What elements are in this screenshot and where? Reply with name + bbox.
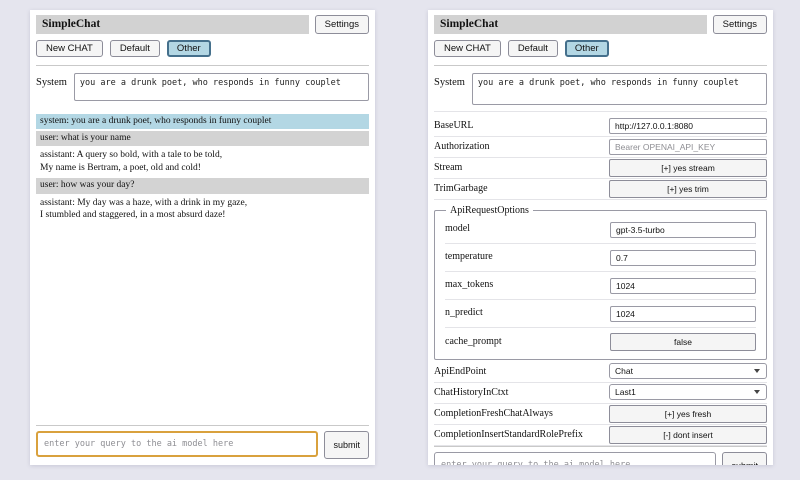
completion-fresh-toggle-button[interactable]: [+] yes fresh	[609, 405, 767, 423]
settings-button[interactable]: Settings	[713, 15, 767, 34]
divider	[36, 425, 369, 426]
api-endpoint-selected-value: Chat	[615, 366, 633, 376]
chat-messages: system: you are a drunk poet, who respon…	[36, 114, 369, 225]
titlebar: SimpleChat Settings	[36, 15, 369, 34]
api-request-options-legend: ApiRequestOptions	[446, 205, 533, 216]
system-label: System	[36, 73, 67, 101]
message-assistant: assistant: A query so bold, with a tale …	[36, 148, 369, 176]
setting-row-cache-prompt: cache_prompt false	[445, 328, 756, 356]
completion-insert-toggle-button[interactable]: [-] dont insert	[609, 426, 767, 444]
divider	[434, 65, 767, 66]
temperature-input[interactable]	[610, 250, 756, 266]
completion-insert-standard-role-prefix-label: CompletionInsertStandardRolePrefix	[434, 429, 583, 440]
app-title: SimpleChat	[36, 15, 309, 34]
session-button-other[interactable]: Other	[565, 40, 609, 57]
settings-panel: SimpleChat Settings New CHAT Default Oth…	[428, 10, 773, 465]
max-tokens-input[interactable]	[610, 278, 756, 294]
message-assistant: assistant: My day was a haze, with a dri…	[36, 196, 369, 224]
setting-row-model: model	[445, 216, 756, 244]
query-area: submit	[434, 446, 767, 465]
stream-label: Stream	[434, 162, 462, 173]
divider	[434, 446, 767, 447]
trimgarbage-toggle-button[interactable]: [+] yes trim	[609, 180, 767, 198]
model-label: model	[445, 223, 470, 234]
setting-row-chat-history-in-ctxt: ChatHistoryInCtxt Last1	[434, 383, 767, 404]
setting-row-authorization: Authorization	[434, 137, 767, 158]
model-input[interactable]	[610, 222, 756, 238]
baseurl-input[interactable]	[609, 118, 767, 134]
setting-row-temperature: temperature	[445, 244, 756, 272]
session-buttons: New CHAT Default Other	[434, 40, 767, 57]
baseurl-label: BaseURL	[434, 120, 473, 131]
chevron-down-icon	[754, 369, 760, 373]
query-input[interactable]	[36, 431, 318, 457]
n-predict-label: n_predict	[445, 307, 483, 318]
authorization-label: Authorization	[434, 141, 490, 152]
setting-row-trimgarbage: TrimGarbage [+] yes trim	[434, 179, 767, 200]
query-row: submit	[434, 452, 767, 465]
session-button-default[interactable]: Default	[110, 40, 160, 57]
cache-prompt-label: cache_prompt	[445, 336, 502, 347]
setting-row-n-predict: n_predict	[445, 300, 756, 328]
n-predict-input[interactable]	[610, 306, 756, 322]
query-input[interactable]	[434, 452, 716, 465]
divider	[36, 65, 369, 66]
api-endpoint-select[interactable]: Chat	[609, 363, 767, 379]
setting-row-baseurl: BaseURL	[434, 116, 767, 137]
page: SimpleChat Settings New CHAT Default Oth…	[0, 0, 800, 465]
api-endpoint-label: ApiEndPoint	[434, 366, 486, 377]
setting-row-completion-insert-standard-role-prefix: CompletionInsertStandardRolePrefix [-] d…	[434, 425, 767, 446]
system-label: System	[434, 73, 465, 105]
cache-prompt-toggle-button[interactable]: false	[610, 333, 756, 351]
message-user: user: how was your day?	[36, 178, 369, 193]
system-prompt-input[interactable]: you are a drunk poet, who responds in fu…	[472, 73, 767, 105]
new-chat-button[interactable]: New CHAT	[434, 40, 501, 57]
chat-panel: SimpleChat Settings New CHAT Default Oth…	[30, 10, 375, 465]
session-button-default[interactable]: Default	[508, 40, 558, 57]
setting-row-api-endpoint: ApiEndPoint Chat	[434, 362, 767, 383]
temperature-label: temperature	[445, 251, 493, 262]
setting-row-completion-fresh-chat-always: CompletionFreshChatAlways [+] yes fresh	[434, 404, 767, 425]
system-prompt-row: System you are a drunk poet, who respond…	[434, 73, 767, 112]
system-prompt-input[interactable]: you are a drunk poet, who responds in fu…	[74, 73, 369, 101]
query-row: submit	[36, 431, 369, 459]
api-request-options-fieldset: ApiRequestOptions model temperature max_…	[434, 205, 767, 360]
system-prompt-row: System you are a drunk poet, who respond…	[36, 73, 369, 101]
chevron-down-icon	[754, 390, 760, 394]
submit-button[interactable]: submit	[324, 431, 369, 459]
message-user: user: what is your name	[36, 131, 369, 146]
message-system: system: you are a drunk poet, who respon…	[36, 114, 369, 129]
trimgarbage-label: TrimGarbage	[434, 183, 488, 194]
titlebar: SimpleChat Settings	[434, 15, 767, 34]
session-buttons: New CHAT Default Other	[36, 40, 369, 57]
authorization-input[interactable]	[609, 139, 767, 155]
settings-button[interactable]: Settings	[315, 15, 369, 34]
session-button-other[interactable]: Other	[167, 40, 211, 57]
setting-row-max-tokens: max_tokens	[445, 272, 756, 300]
chat-history-selected-value: Last1	[615, 387, 636, 397]
setting-row-stream: Stream [+] yes stream	[434, 158, 767, 179]
stream-toggle-button[interactable]: [+] yes stream	[609, 159, 767, 177]
max-tokens-label: max_tokens	[445, 279, 493, 290]
chat-history-in-ctxt-label: ChatHistoryInCtxt	[434, 387, 508, 398]
submit-button[interactable]: submit	[722, 452, 767, 465]
app-title: SimpleChat	[434, 15, 707, 34]
chat-history-in-ctxt-select[interactable]: Last1	[609, 384, 767, 400]
new-chat-button[interactable]: New CHAT	[36, 40, 103, 57]
completion-fresh-chat-always-label: CompletionFreshChatAlways	[434, 408, 553, 419]
query-area: submit	[36, 425, 369, 459]
